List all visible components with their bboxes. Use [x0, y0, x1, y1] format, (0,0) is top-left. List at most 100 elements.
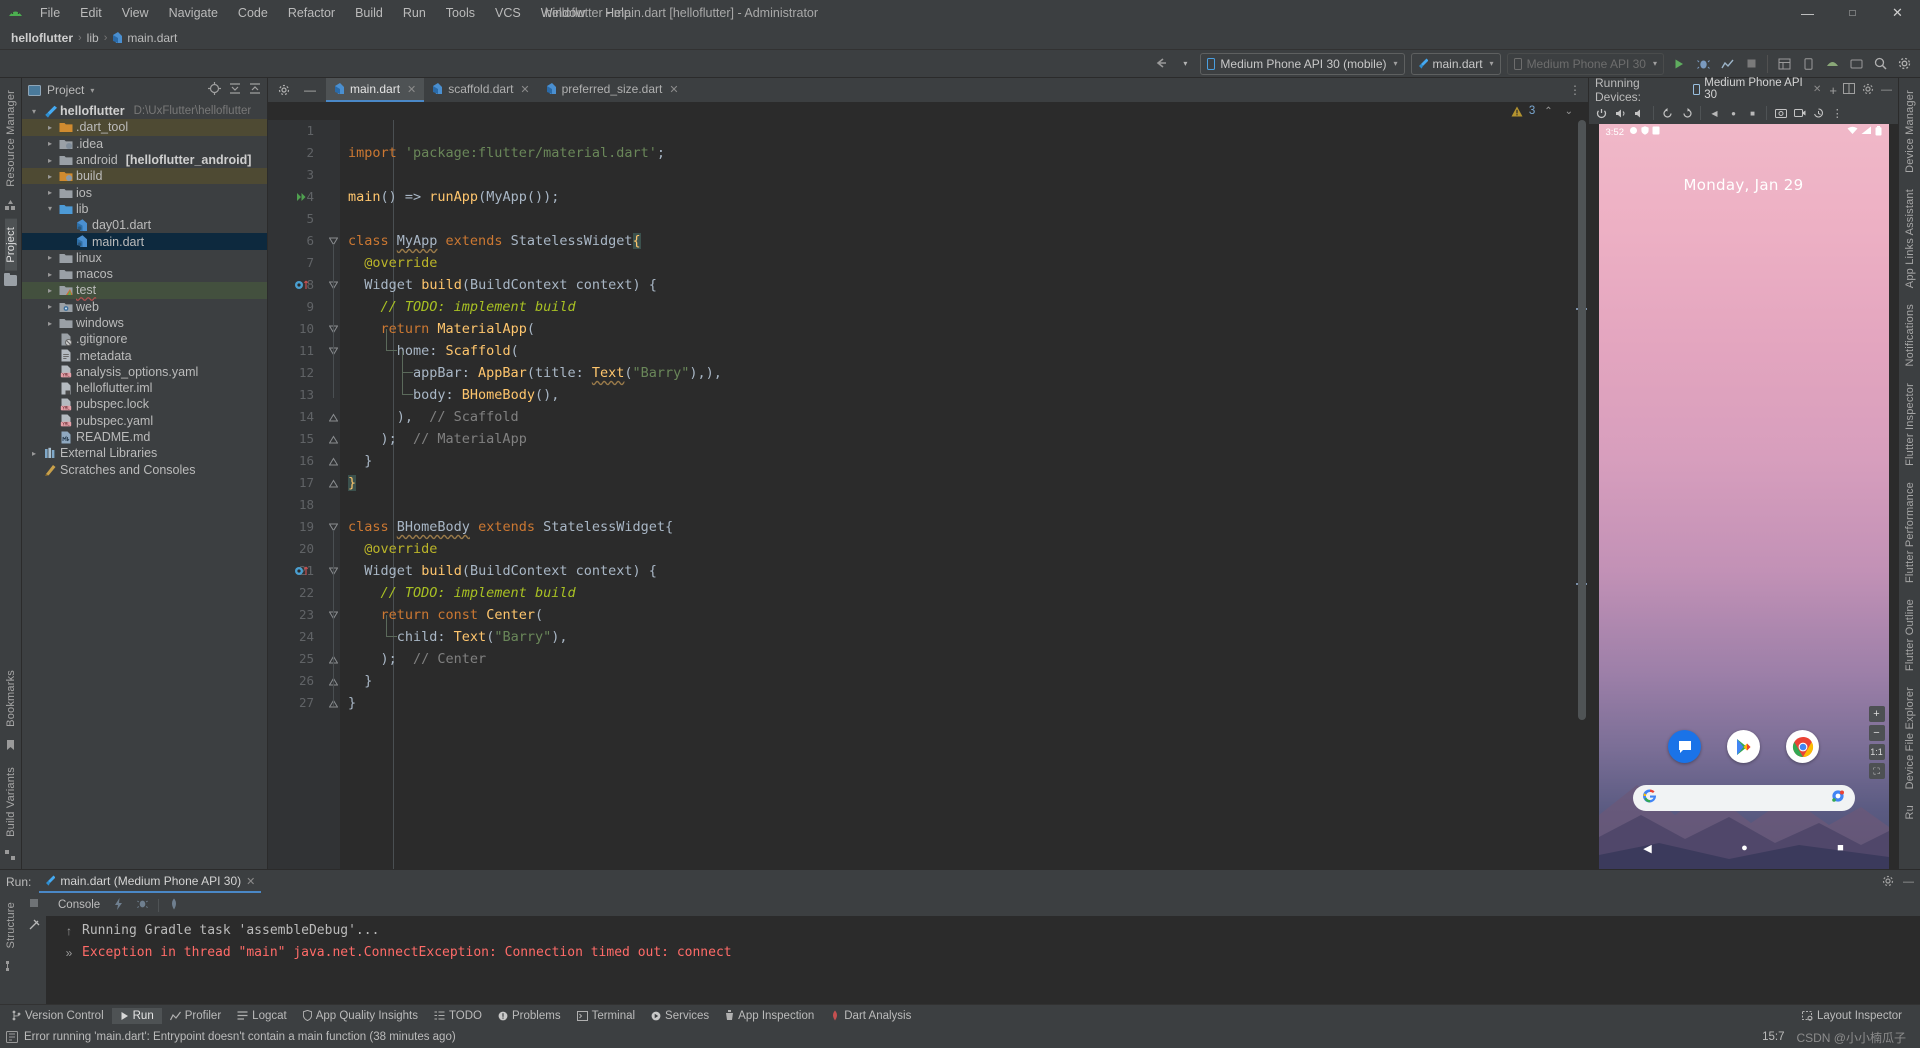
- code-line[interactable]: ); // Center: [348, 648, 487, 670]
- add-device-icon[interactable]: +: [1829, 83, 1837, 98]
- maximize-button[interactable]: □: [1830, 0, 1875, 26]
- tab-close-icon[interactable]: ✕: [520, 83, 529, 96]
- tree-node--gitignore[interactable]: .gitignore: [22, 331, 267, 347]
- chevron-right-icon[interactable]: ▸: [44, 123, 56, 132]
- code-line[interactable]: body: BHomeBody(),: [348, 384, 559, 406]
- code-line[interactable]: ), // Scaffold: [348, 406, 519, 428]
- avd-manager-icon[interactable]: [1844, 53, 1868, 75]
- tree-node-ios[interactable]: ▸ ios: [22, 184, 267, 200]
- messages-app-icon[interactable]: [1668, 730, 1701, 763]
- emulator-more-icon[interactable]: ⋮: [1829, 104, 1846, 122]
- tree-node--metadata[interactable]: .metadata: [22, 347, 267, 363]
- sidebar-strip-project[interactable]: Project: [4, 218, 17, 271]
- chevron-down-icon[interactable]: ▾: [44, 204, 56, 213]
- tree-node-windows[interactable]: ▸ windows: [22, 315, 267, 331]
- chevron-right-icon[interactable]: ▸: [28, 449, 40, 458]
- code-line[interactable]: class BHomeBody extends StatelessWidget{: [348, 516, 673, 538]
- volume-down-icon[interactable]: [1631, 104, 1648, 122]
- tree-node--dart-tool[interactable]: ▸ .dart_tool: [22, 119, 267, 136]
- phone-date-widget[interactable]: Monday, Jan 29: [1599, 176, 1889, 194]
- menu-file[interactable]: File: [30, 3, 70, 23]
- google-search-bar[interactable]: [1632, 785, 1855, 811]
- snapshot-icon[interactable]: [1810, 104, 1827, 122]
- sidebar-strip-build-variants[interactable]: Build Variants: [5, 759, 17, 845]
- code-line[interactable]: }: [348, 450, 372, 472]
- volume-up-icon[interactable]: [1612, 104, 1629, 122]
- close-button[interactable]: ✕: [1875, 0, 1920, 26]
- stop-button[interactable]: [1739, 53, 1763, 75]
- back-arrow-icon[interactable]: [1149, 53, 1173, 75]
- emulator-screen-container[interactable]: 3:52 Monday, Jan 29 ◀ ● ■ + − 1:1 ⛶: [1589, 124, 1898, 869]
- code-line[interactable]: }: [348, 670, 372, 692]
- sidebar-strip-notifications[interactable]: Notifications: [1904, 296, 1916, 375]
- play-store-app-icon[interactable]: [1727, 730, 1760, 763]
- run-button[interactable]: [1667, 53, 1691, 75]
- breadcrumb-folder[interactable]: lib: [84, 31, 102, 45]
- menu-edit[interactable]: Edit: [70, 3, 112, 23]
- debug-bug-icon[interactable]: [133, 896, 152, 914]
- device-tab[interactable]: Medium Phone API 30 ✕: [1689, 75, 1826, 105]
- settings-gear-icon[interactable]: [1892, 53, 1916, 75]
- tab-close-icon[interactable]: ✕: [407, 83, 416, 96]
- bottom-item-layout-inspector[interactable]: Layout Inspector: [1794, 1008, 1910, 1024]
- bottom-item-app-inspection[interactable]: App Inspection: [717, 1008, 822, 1024]
- tab-main-dart[interactable]: main.dart ✕: [326, 78, 425, 102]
- tree-node-web[interactable]: ▸ web: [22, 299, 267, 315]
- tree-node-pubspec-lock[interactable]: YML pubspec.lock: [22, 396, 267, 412]
- run-session-tab[interactable]: main.dart (Medium Phone API 30) ✕: [39, 871, 262, 893]
- sidebar-strip-flutter-inspector[interactable]: Flutter Inspector: [1904, 375, 1916, 474]
- zoom-fit-button[interactable]: ⛶: [1868, 763, 1885, 779]
- bottom-item-logcat[interactable]: Logcat: [229, 1008, 295, 1024]
- status-message[interactable]: Error running 'main.dart': Entrypoint do…: [24, 1031, 456, 1043]
- run-stop-icon[interactable]: [29, 898, 39, 911]
- code-line[interactable]: home: Scaffold(: [348, 340, 519, 362]
- sidebar-strip-app-links-assistant[interactable]: App Links Assistant: [1904, 181, 1916, 296]
- scrollbar-thumb[interactable]: [1578, 120, 1586, 720]
- more-vertical-icon[interactable]: ⋮: [1569, 83, 1582, 97]
- project-panel-caret-icon[interactable]: ▾: [90, 86, 94, 95]
- zoom-in-button[interactable]: +: [1868, 706, 1885, 722]
- device-settings-gear-icon[interactable]: [1862, 83, 1874, 98]
- tree-node-lib[interactable]: ▾ lib: [22, 201, 267, 217]
- fold-end-icon[interactable]: [328, 450, 338, 472]
- google-lens-icon[interactable]: [1831, 789, 1845, 808]
- tree-node-linux[interactable]: ▸ linux: [22, 250, 267, 266]
- collapse-all-icon[interactable]: [249, 82, 261, 98]
- sidebar-strip-bookmarks[interactable]: Bookmarks: [5, 662, 17, 735]
- run-settings-gear-icon[interactable]: [1882, 875, 1894, 890]
- power-icon[interactable]: [1593, 104, 1610, 122]
- code-line[interactable]: @override: [348, 252, 437, 274]
- rerun-lightning-icon[interactable]: [110, 896, 127, 915]
- breadcrumb-project[interactable]: helloflutter: [8, 31, 76, 45]
- editor-tab-overflow[interactable]: ⋮: [1569, 78, 1588, 102]
- sidebar-strip-resource-manager[interactable]: Resource Manager: [5, 82, 17, 195]
- sidebar-strip-ru[interactable]: Ru: [1904, 797, 1916, 827]
- console-scroll-up-icon[interactable]: ↑: [56, 920, 82, 942]
- menu-tools[interactable]: Tools: [436, 3, 485, 23]
- zoom-out-button[interactable]: −: [1868, 725, 1885, 741]
- bottom-item-profiler[interactable]: Profiler: [162, 1008, 229, 1024]
- editor-settings-gear-icon[interactable]: [272, 79, 296, 101]
- phone-nav-home-icon[interactable]: ●: [1741, 842, 1748, 854]
- menu-view[interactable]: View: [112, 3, 159, 23]
- next-problem-icon[interactable]: ⌄: [1562, 106, 1576, 117]
- run-hide-panel-icon[interactable]: —: [1903, 876, 1914, 888]
- tree-node-day01-dart[interactable]: day01.dart: [22, 217, 267, 233]
- code-line[interactable]: Widget build(BuildContext context) {: [348, 560, 657, 582]
- split-view-icon[interactable]: [1843, 83, 1855, 97]
- code-line[interactable]: Widget build(BuildContext context) {: [348, 274, 657, 296]
- hide-panel-icon[interactable]: —: [1881, 84, 1892, 96]
- chevron-right-icon[interactable]: ▸: [44, 270, 56, 279]
- screenshot-icon[interactable]: [1772, 104, 1789, 122]
- fold-end-icon[interactable]: [328, 406, 338, 428]
- chevron-right-icon[interactable]: ▸: [44, 253, 56, 262]
- menu-navigate[interactable]: Navigate: [159, 3, 228, 23]
- breadcrumb-file[interactable]: main.dart: [109, 31, 180, 45]
- prev-problem-icon[interactable]: ⌃: [1541, 106, 1555, 117]
- sidebar-strip-flutter-performance[interactable]: Flutter Performance: [1904, 474, 1916, 591]
- code-line[interactable]: import 'package:flutter/material.dart';: [348, 142, 665, 164]
- nav-back-icon[interactable]: ◀: [1706, 104, 1723, 122]
- bottom-item-version-control[interactable]: Version Control: [4, 1008, 112, 1024]
- bottom-item-services[interactable]: Services: [643, 1008, 717, 1024]
- console-output[interactable]: ↑ » Running Gradle task 'assembleDebug'.…: [46, 916, 1920, 1004]
